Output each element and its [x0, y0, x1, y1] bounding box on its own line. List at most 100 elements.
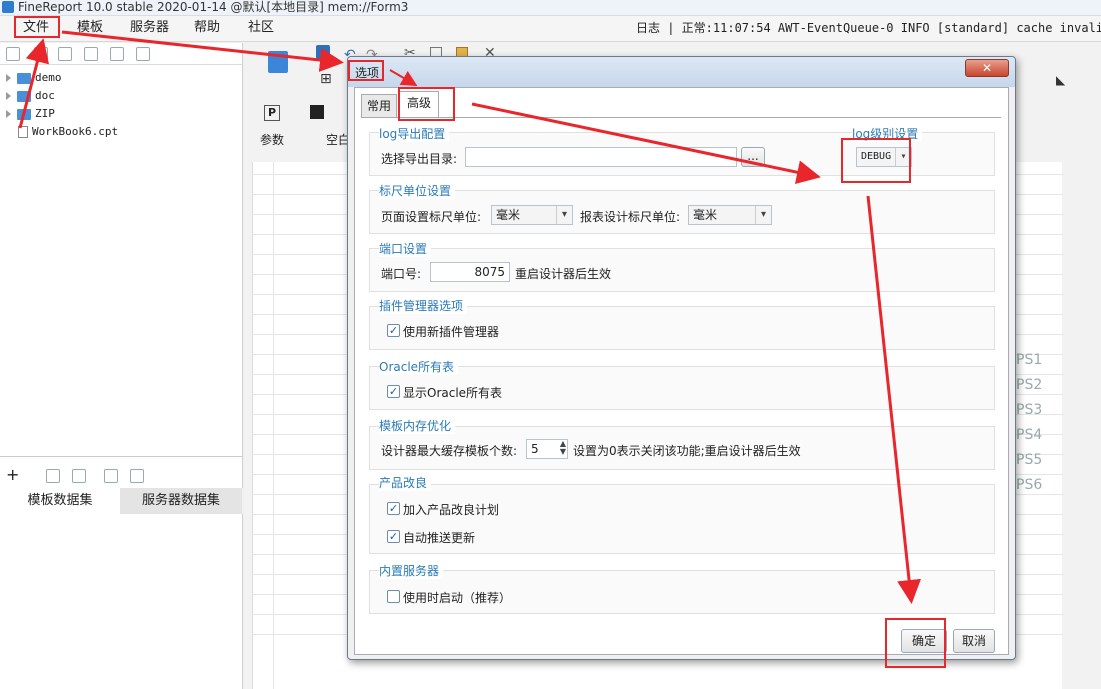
ok-button[interactable]: 确定 [901, 629, 947, 653]
add-dataset-icon[interactable]: + [6, 467, 19, 483]
server-checkbox-label: 使用时启动（推荐） [403, 591, 512, 605]
menu-file[interactable]: 文件 [23, 19, 49, 37]
tree-label: WorkBook6.cpt [32, 125, 119, 138]
port-label: 端口号: [381, 267, 422, 281]
tree-label: ZIP [35, 107, 55, 120]
options-dialog: 选项 ✕ 常用 高级 log导出配置 选择导出目录: ... log级别设置 D… [347, 56, 1016, 660]
sheet-label: PS5 [1016, 452, 1043, 468]
dialog-title-bar[interactable]: 选项 ✕ [348, 57, 1015, 87]
close-button[interactable]: ✕ [965, 59, 1009, 77]
dialog-title: 选项 [355, 66, 380, 80]
plugin-checkbox-label: 使用新插件管理器 [403, 325, 500, 339]
tree-item-zip[interactable]: ZIP [6, 107, 55, 120]
log-export-title: log导出配置 [379, 125, 450, 142]
oracle-title: Oracle所有表 [379, 358, 459, 375]
close-icon: ✕ [981, 61, 993, 75]
folder-icon [17, 72, 31, 84]
settings-icon[interactable] [84, 47, 98, 61]
chevron-down-icon: ▾ [556, 206, 572, 224]
plugin-checkbox[interactable]: ✓ [387, 324, 400, 337]
tree-item-demo[interactable]: demo [6, 71, 62, 84]
port-title: 端口设置 [379, 240, 432, 257]
tab-general[interactable]: 常用 [361, 94, 397, 118]
expand-icon[interactable] [6, 74, 11, 82]
folder-icon [17, 90, 31, 102]
tree-item-doc[interactable]: doc [6, 89, 55, 102]
folder-icon [17, 108, 31, 120]
show-file-icon[interactable] [58, 47, 72, 61]
parameter-icon[interactable]: P [264, 105, 280, 121]
dataset-settings-icon[interactable] [130, 469, 144, 483]
delete-dataset-icon[interactable] [72, 469, 86, 483]
report-ruler-select[interactable]: 毫米 ▾ [688, 205, 772, 225]
export-dir-input[interactable] [465, 147, 737, 167]
page-ruler-label: 页面设置标尺单位: [381, 210, 482, 224]
window-title-bar: FineReport 10.0 stable 2020-01-14 @默认[本地… [0, 0, 1101, 16]
oracle-checkbox[interactable]: ✓ [387, 385, 400, 398]
dialog-body: 常用 高级 log导出配置 选择导出目录: ... log级别设置 DEBUG ▾… [354, 87, 1009, 655]
page-ruler-select[interactable]: 毫米 ▾ [491, 205, 573, 225]
chevron-down-icon: ▾ [895, 148, 911, 166]
memory-label: 设计器最大缓存模板个数: [381, 444, 518, 458]
template-icon[interactable] [268, 51, 288, 73]
expand-icon[interactable] [6, 110, 11, 118]
plugin-title: 插件管理器选项 [379, 297, 468, 314]
dropdown-corner-icon[interactable]: ◣ [1056, 73, 1065, 87]
left-panel: demo doc ZIP WorkBook6.cpt + [0, 43, 243, 689]
report-ruler-value: 毫米 [693, 208, 718, 222]
log-level-select[interactable]: DEBUG ▾ [856, 147, 912, 167]
edit-icon[interactable] [46, 469, 60, 483]
browse-button[interactable]: ... [741, 147, 765, 167]
grid-icon[interactable]: ⊞ [320, 71, 332, 87]
tab-advanced[interactable]: 高级 [399, 91, 439, 118]
menu-server[interactable]: 服务器 [130, 19, 169, 37]
delete-icon[interactable] [110, 47, 124, 61]
parameter-label: 参数 [260, 133, 285, 147]
tab-template-dataset[interactable]: 模板数据集 [0, 488, 120, 514]
window-title: FineReport 10.0 stable 2020-01-14 @默认[本地… [18, 0, 409, 14]
log-level-value: DEBUG [861, 151, 892, 162]
cache-count-value: 5 [531, 442, 539, 456]
refresh-icon[interactable] [34, 47, 48, 61]
auto-update-label: 自动推送更新 [403, 531, 476, 545]
improve-plan-checkbox[interactable]: ✓ [387, 502, 400, 515]
tab-server-dataset[interactable]: 服务器数据集 [120, 488, 242, 514]
sheet-label: PS2 [1016, 377, 1043, 393]
export-dir-label: 选择导出目录: [381, 152, 458, 166]
port-note: 重启设计器后生效 [515, 267, 612, 281]
copy-icon[interactable] [136, 47, 150, 61]
menu-template[interactable]: 模板 [77, 19, 103, 37]
preview-icon[interactable] [104, 469, 118, 483]
file-icon [18, 126, 28, 138]
page-ruler-value: 毫米 [496, 208, 521, 222]
tree-label: demo [35, 71, 62, 84]
cache-count-spinner[interactable]: 5 ▲ ▼ [526, 439, 568, 459]
save-icon[interactable] [316, 45, 330, 59]
menu-help[interactable]: 帮助 [194, 19, 220, 37]
auto-update-checkbox[interactable]: ✓ [387, 530, 400, 543]
chevron-down-icon: ▾ [755, 206, 771, 224]
report-ruler-label: 报表设计标尺单位: [580, 210, 681, 224]
spinner-arrows-icon[interactable]: ▲ ▼ [560, 440, 566, 456]
port-input[interactable]: 8075 [430, 262, 510, 282]
cancel-button[interactable]: 取消 [953, 629, 995, 653]
improve-plan-label: 加入产品改良计划 [403, 503, 500, 517]
sheet-label: PS4 [1016, 427, 1043, 443]
tree-item-workbook[interactable]: WorkBook6.cpt [6, 125, 118, 138]
app-icon [2, 1, 14, 13]
sheet-label: PS1 [1016, 352, 1043, 368]
expand-icon[interactable] [6, 92, 11, 100]
log-status[interactable]: 日志 | 正常:11:07:54 AWT-EventQueue-0 INFO [… [636, 19, 1101, 37]
menu-community[interactable]: 社区 [248, 19, 274, 37]
memory-note: 设置为0表示关闭该功能;重启设计器后生效 [573, 444, 801, 458]
new-folder-icon[interactable] [6, 47, 20, 61]
server-checkbox[interactable] [387, 590, 400, 603]
oracle-checkbox-label: 显示Oracle所有表 [403, 386, 503, 400]
improve-title: 产品改良 [379, 474, 432, 491]
memory-title: 模板内存优化 [379, 417, 456, 434]
port-value: 8075 [474, 265, 505, 279]
block-icon[interactable] [310, 105, 324, 119]
sheet-label: PS6 [1016, 477, 1043, 493]
dataset-tabs: 模板数据集 服务器数据集 [0, 488, 243, 514]
menu-bar: 文件 模板 服务器 帮助 社区 日志 | 正常:11:07:54 AWT-Eve… [0, 16, 1101, 42]
